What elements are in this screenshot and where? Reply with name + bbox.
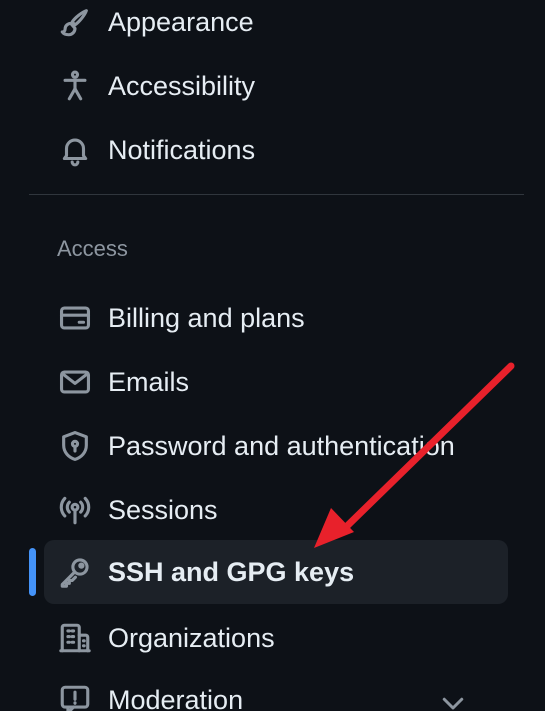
- sidebar-item-organizations[interactable]: Organizations: [44, 606, 508, 670]
- broadcast-icon: [56, 491, 94, 529]
- sidebar-item-label: Notifications: [108, 134, 256, 165]
- sidebar-item-label: Moderation: [108, 684, 244, 711]
- organization-icon: [56, 619, 94, 657]
- chevron-down-icon[interactable]: [438, 688, 468, 711]
- sidebar-item-emails[interactable]: Emails: [44, 350, 508, 414]
- sidebar-item-ssh-gpg-keys[interactable]: SSH and GPG keys: [44, 540, 508, 604]
- active-indicator: [29, 548, 36, 596]
- accessibility-icon: [56, 67, 94, 105]
- credit-card-icon: [56, 299, 94, 337]
- paintbrush-icon: [56, 3, 94, 41]
- report-icon: [56, 681, 94, 711]
- sidebar-item-label: Emails: [108, 366, 190, 397]
- sidebar-item-accessibility[interactable]: Accessibility: [44, 54, 508, 118]
- sidebar-item-label: Organizations: [108, 622, 275, 653]
- sidebar-item-label: Appearance: [108, 6, 254, 37]
- mail-icon: [56, 363, 94, 401]
- sidebar-item-notifications[interactable]: Notifications: [44, 118, 508, 182]
- sidebar-item-label: Sessions: [108, 494, 218, 525]
- sidebar-item-appearance[interactable]: Appearance: [44, 0, 508, 54]
- sidebar-item-password-authentication[interactable]: Password and authentication: [44, 414, 508, 478]
- settings-sidebar: Appearance Accessibility Notifications A…: [0, 0, 545, 711]
- section-heading-access: Access: [57, 236, 128, 261]
- shield-lock-icon: [56, 427, 94, 465]
- sidebar-item-moderation[interactable]: Moderation: [44, 668, 508, 711]
- sidebar-item-label: SSH and GPG keys: [108, 556, 355, 587]
- sidebar-item-billing[interactable]: Billing and plans: [44, 286, 508, 350]
- sidebar-item-label: Accessibility: [108, 70, 256, 101]
- sidebar-item-label: Password and authentication: [108, 430, 455, 461]
- sidebar-item-sessions[interactable]: Sessions: [44, 478, 508, 542]
- sidebar-item-label: Billing and plans: [108, 302, 305, 333]
- bell-icon: [56, 131, 94, 169]
- section-divider: [29, 194, 524, 195]
- key-icon: [56, 553, 94, 591]
